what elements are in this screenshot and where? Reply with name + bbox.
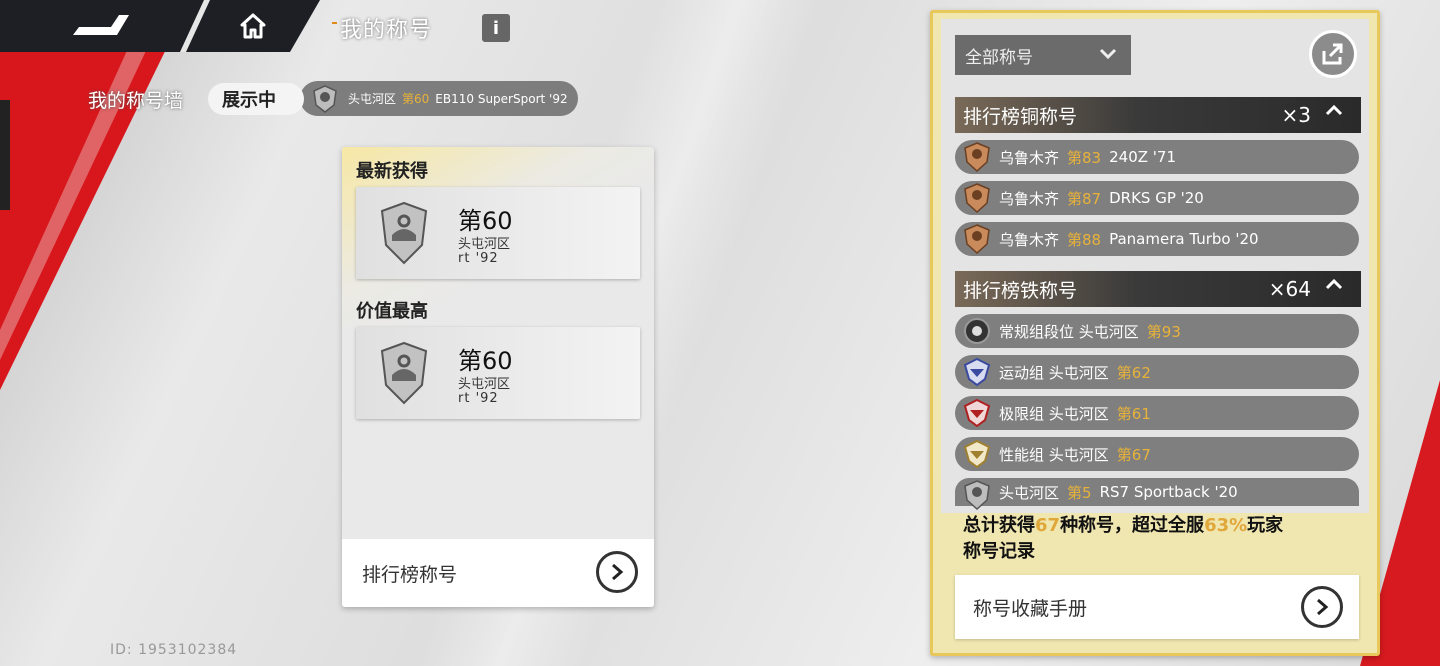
red-wing-badge-icon <box>963 398 991 428</box>
showing-title-region: 头屯河区 <box>348 92 397 106</box>
summary-percent: 63% <box>1204 515 1248 536</box>
title-row-region: 极限组 头屯河区 <box>999 404 1109 423</box>
bronze-badge-icon <box>964 183 990 213</box>
summary-text: 称号记录 <box>963 541 1035 562</box>
back-arrow-icon <box>73 15 129 35</box>
chevron-up-icon[interactable] <box>1325 101 1343 122</box>
title-row-region: 常规组段位 头屯河区 <box>999 322 1139 341</box>
blue-wing-badge-icon <box>963 357 991 387</box>
title-row[interactable]: 性能组 头屯河区 第67 <box>955 437 1359 471</box>
showing-title-car: EB110 SuperSport '92 <box>435 91 568 106</box>
title-row-rank: 第87 <box>1067 189 1102 208</box>
title-row[interactable]: 运动组 头屯河区 第62 <box>955 355 1359 389</box>
home-icon <box>240 13 266 39</box>
title-summary: 总计获得67种称号，超过全服63%玩家 称号记录 <box>963 513 1343 565</box>
bronze-badge-icon <box>964 142 990 172</box>
title-row-rank: 第67 <box>1116 445 1151 464</box>
user-id: ID: 1953102384 <box>110 642 238 658</box>
page-title: 我的称号 <box>331 12 432 44</box>
title-row-car: 240Z '71 <box>1109 148 1176 166</box>
bronze-group-header[interactable]: 排行榜铜称号 ×3 <box>955 97 1361 133</box>
iron-group-name: 排行榜铁称号 <box>963 279 1078 302</box>
title-row-region: 乌鲁木齐 <box>999 230 1060 249</box>
highest-title-card[interactable]: 第60 头屯河区 rt '92 <box>356 327 640 419</box>
title-row[interactable]: 常规组段位 头屯河区 第93 <box>955 314 1359 348</box>
info-icon[interactable]: i <box>482 14 510 42</box>
leaderboard-titles-label: 排行榜称号 <box>362 563 458 586</box>
chevron-up-icon[interactable] <box>1325 275 1343 296</box>
chevron-right-icon[interactable] <box>1301 586 1343 628</box>
share-icon <box>1322 43 1343 65</box>
latest-rank: 第60 <box>458 207 513 235</box>
title-highlights-panel: 最新获得 第60 头屯河区 rt '92 价值最高 第60 头屯河区 rt '9… <box>342 147 654 607</box>
title-row[interactable]: 乌鲁木齐 第87 DRKS GP '20 <box>955 181 1359 215</box>
leaderboard-titles-button[interactable]: 排行榜称号 <box>342 539 654 607</box>
latest-region: 头屯河区 <box>458 237 511 252</box>
title-row-region: 乌鲁木齐 <box>999 189 1060 208</box>
title-list-panel: 全部称号 排行榜铜称号 ×3 乌鲁木齐 第83 240Z '71 乌鲁木齐 第8… <box>930 10 1380 656</box>
highest-car: rt '92 <box>458 391 499 406</box>
title-row-rank: 第5 <box>1067 483 1092 502</box>
highest-region: 头屯河区 <box>458 377 511 392</box>
bronze-group-count: ×3 <box>1281 103 1311 127</box>
title-row-region: 运动组 头屯河区 <box>999 363 1109 382</box>
share-button[interactable] <box>1309 30 1357 78</box>
gold-wing-badge-icon <box>963 439 991 469</box>
title-wall-label: 我的称号墙 <box>88 90 184 112</box>
showing-title-pill[interactable]: 头屯河区 第60 EB110 SuperSport '92 <box>300 81 578 116</box>
title-row[interactable]: 乌鲁木齐 第83 240Z '71 <box>955 140 1359 174</box>
latest-car: rt '92 <box>458 251 499 266</box>
title-row-region: 性能组 头屯河区 <box>999 445 1109 464</box>
title-row[interactable]: 极限组 头屯河区 第61 <box>955 396 1359 430</box>
title-row-car: RS7 Sportback '20 <box>1099 483 1238 501</box>
title-row-region: 乌鲁木齐 <box>999 148 1060 167</box>
summary-text: 总计获得 <box>963 515 1035 536</box>
title-row-rank: 第83 <box>1067 148 1102 167</box>
bronze-group-name: 排行榜铜称号 <box>963 105 1078 128</box>
summary-text: 玩家 <box>1247 515 1284 536</box>
highest-rank: 第60 <box>458 347 513 375</box>
silver-car-badge-icon <box>380 341 428 405</box>
title-filter-value: 全部称号 <box>965 47 1033 68</box>
title-row[interactable]: 头屯河区 第5 RS7 Sportback '20 <box>955 478 1359 510</box>
dark-round-badge-icon <box>964 318 990 344</box>
title-row-rank: 第88 <box>1067 230 1102 249</box>
latest-heading: 最新获得 <box>356 161 428 182</box>
title-row-rank: 第93 <box>1146 322 1181 341</box>
home-button[interactable] <box>212 6 294 46</box>
title-row-rank: 第61 <box>1116 404 1151 423</box>
side-tab[interactable] <box>0 100 10 210</box>
latest-title-card[interactable]: 第60 头屯河区 rt '92 <box>356 187 640 279</box>
summary-text: 种称号，超过全服 <box>1060 515 1205 536</box>
back-button[interactable] <box>0 0 200 52</box>
iron-group-header[interactable]: 排行榜铁称号 ×64 <box>955 271 1361 307</box>
silver-helmet-badge-icon <box>313 84 337 113</box>
bronze-badge-icon <box>964 224 990 254</box>
chevron-right-icon[interactable] <box>596 551 638 593</box>
title-collection-label: 称号收藏手册 <box>973 597 1088 620</box>
title-row[interactable]: 乌鲁木齐 第88 Panamera Turbo '20 <box>955 222 1359 256</box>
title-row-rank: 第62 <box>1116 363 1151 382</box>
title-row-car: Panamera Turbo '20 <box>1109 230 1259 248</box>
showing-title-rank: 第60 <box>402 92 430 106</box>
chevron-down-icon <box>1099 45 1117 64</box>
title-filter-dropdown[interactable]: 全部称号 <box>955 35 1131 75</box>
iron-group-count: ×64 <box>1268 277 1311 301</box>
title-row-region: 头屯河区 <box>999 483 1060 502</box>
showing-label: 展示中 <box>208 83 304 115</box>
silver-car-badge-icon <box>380 201 428 265</box>
title-collection-button[interactable]: 称号收藏手册 <box>955 575 1359 639</box>
title-row-car: DRKS GP '20 <box>1109 189 1204 207</box>
summary-count: 67 <box>1035 515 1061 536</box>
highest-heading: 价值最高 <box>356 301 428 322</box>
silver-helmet-badge-icon <box>964 480 990 510</box>
